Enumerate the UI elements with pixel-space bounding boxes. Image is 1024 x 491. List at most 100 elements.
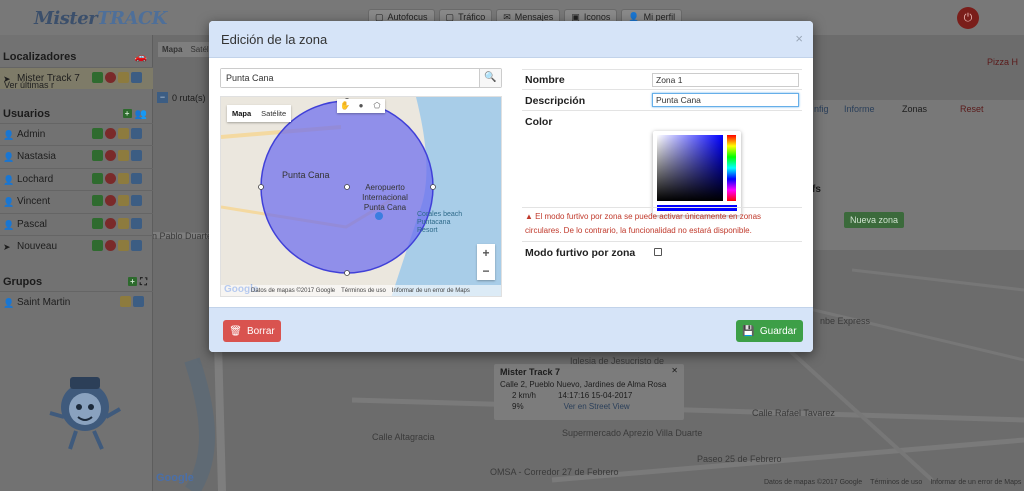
person-icon: 👤 — [3, 174, 15, 185]
copy-icon[interactable] — [131, 195, 142, 206]
group-icon[interactable]: ⛶ — [140, 277, 147, 288]
bg-map-type[interactable]: Mapa Satél — [158, 42, 213, 57]
add-group-icon[interactable]: + — [128, 277, 137, 286]
person-icon: 👤 — [3, 219, 15, 230]
sidebar-item-saint-martin[interactable]: 👤 Saint Martin — [0, 291, 153, 313]
person-icon: 👤 — [3, 129, 15, 140]
zoom-out-button[interactable]: − — [477, 262, 495, 280]
street-view-link[interactable]: Ver en Street View — [564, 402, 630, 411]
sidebar-item-admin[interactable]: 👤 Admin — [0, 123, 153, 145]
nueva-zona-button[interactable]: Nueva zona — [844, 212, 905, 228]
locate-icon[interactable] — [118, 128, 129, 139]
copy-icon[interactable] — [131, 72, 142, 83]
sidebar-item-nouveau[interactable]: ➤ Nouveau — [0, 235, 153, 257]
copy-icon[interactable] — [133, 296, 144, 307]
copy-icon[interactable] — [131, 128, 142, 139]
tab-config[interactable]: nfig — [814, 104, 829, 114]
status-icon — [105, 72, 116, 83]
status-icon — [105, 128, 116, 139]
locate-icon[interactable] — [118, 218, 129, 229]
battery-icon — [92, 72, 103, 83]
map-search: 🔍 — [220, 68, 502, 88]
info-battery: 9% — [512, 402, 524, 411]
vehicle-info-window: Mister Track 7 ✕ Calle 2, Pueblo Nuevo, J… — [494, 364, 684, 420]
modo-checkbox[interactable] — [654, 248, 662, 256]
routes-toggle[interactable]: − 0 ruta(s) — [157, 92, 206, 103]
sidebar: Localizadores 🚗 ➤ Mister Track 7 Ver últ… — [0, 35, 153, 491]
copy-icon[interactable] — [131, 240, 142, 251]
usuarios-heading: Usuarios + 👥 — [3, 108, 147, 120]
stealth-warning: ▲ El modo furtivo por zona se puede acti… — [525, 212, 762, 235]
locate-icon[interactable] — [118, 150, 129, 161]
copy-icon[interactable] — [131, 173, 142, 184]
tab-informe[interactable]: Informe — [844, 104, 875, 114]
status-icon — [105, 195, 116, 206]
search-icon: 🔍 — [484, 72, 497, 83]
copy-icon[interactable] — [131, 150, 142, 161]
descripcion-row: Descripción — [522, 89, 802, 110]
hand-icon[interactable]: ✋ — [337, 99, 353, 113]
app-logo[interactable]: MisterTRACK — [34, 8, 167, 29]
delete-button[interactable]: 🗑 Borrar — [223, 320, 281, 342]
battery-icon — [92, 240, 103, 251]
copy-icon[interactable] — [131, 218, 142, 229]
modal-footer: 🗑 Borrar 💾 Guardar — [209, 307, 813, 352]
ver-ultimas[interactable]: Ver últimas r — [4, 80, 54, 90]
users-icon[interactable]: 👥 — [135, 109, 147, 120]
circle-icon[interactable]: ● — [353, 99, 369, 113]
locate-icon[interactable] — [118, 240, 129, 251]
polygon-icon[interactable]: ⬠ — [369, 99, 385, 113]
power-icon: ⏻ — [963, 12, 973, 24]
color-saturation-area[interactable] — [657, 135, 723, 201]
power-button[interactable]: ⏻ — [957, 7, 979, 29]
map-footer: Datos de mapas ©2017 Google Términos de … — [764, 479, 1022, 486]
tracker-icon: ➤ — [3, 241, 11, 252]
sidebar-item-lochard[interactable]: 👤 Lochard — [0, 168, 153, 190]
sidebar-item-vincent[interactable]: 👤 Vincent — [0, 190, 153, 212]
add-user-icon[interactable]: + — [122, 109, 132, 118]
close-icon[interactable]: ✕ — [671, 366, 678, 375]
locate-icon[interactable] — [118, 72, 129, 83]
battery-icon — [92, 195, 103, 206]
descripcion-label: Descripción — [525, 95, 586, 107]
tab-map[interactable]: Mapa — [227, 105, 256, 122]
color-picker[interactable] — [653, 131, 741, 215]
save-button[interactable]: 💾 Guardar — [736, 320, 803, 342]
battery-icon — [92, 173, 103, 184]
search-button[interactable]: 🔍 — [479, 69, 501, 87]
tab-zonas[interactable]: Zonas — [902, 104, 927, 114]
battery-icon — [92, 128, 103, 139]
map-label: Supermercado Aprezio Villa Duarte — [562, 428, 703, 438]
google-logo: Google — [156, 472, 194, 484]
info-address: Calle 2, Pueblo Nuevo, Jardines de Alma … — [500, 380, 667, 389]
locate-icon[interactable] — [118, 173, 129, 184]
sidebar-item-nastasia[interactable]: 👤 Nastasia — [0, 145, 153, 167]
modo-row: Modo furtivo por zona — [522, 241, 802, 263]
color-hue-slider[interactable] — [727, 135, 736, 201]
zone-map[interactable]: Punta Cana Aeropuerto Internacional Punt… — [220, 96, 502, 297]
warning-row: ▲ El modo furtivo por zona se puede acti… — [522, 207, 802, 241]
sidebar-item-pascal[interactable]: 👤 Pascal — [0, 213, 153, 235]
map-label: Paseo 25 de Febrero — [697, 454, 782, 464]
save-icon: 💾 — [742, 325, 755, 337]
mascot-illustration — [49, 377, 121, 450]
tab-satellite[interactable]: Satélite — [256, 105, 291, 122]
zoom-in-button[interactable]: + — [477, 244, 495, 262]
locate-icon[interactable] — [118, 195, 129, 206]
map-label: n Pablo Duarte — [152, 231, 213, 241]
status-icon — [105, 240, 116, 251]
close-icon[interactable]: × — [795, 31, 803, 46]
trash-icon: 🗑 — [229, 325, 242, 337]
group-member-icon: 👤 — [3, 297, 15, 308]
car-icon[interactable]: 🚗 — [135, 52, 147, 63]
map-search-input[interactable] — [221, 69, 479, 87]
locate-icon[interactable] — [120, 296, 131, 307]
info-time: 14:17:16 15-04-2017 — [558, 391, 633, 400]
descripcion-input[interactable] — [652, 93, 799, 107]
zoom-control: + − — [477, 244, 495, 280]
status-icon — [105, 218, 116, 229]
modal-title: Edición de la zona — [221, 31, 328, 47]
minus-icon[interactable]: − — [157, 92, 168, 103]
nombre-input[interactable] — [652, 73, 799, 87]
tab-reset[interactable]: Reset — [960, 104, 984, 114]
